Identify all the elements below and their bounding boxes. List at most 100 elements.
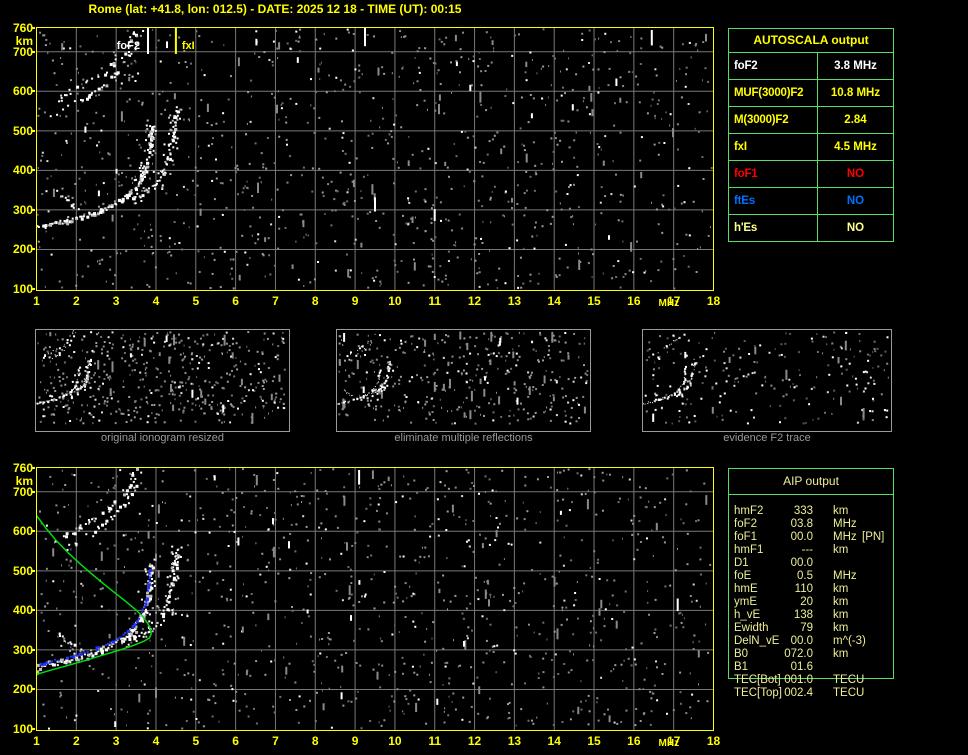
x-tick-label-bottom-7: 7 xyxy=(272,734,279,748)
aip-table-title: AIP output xyxy=(729,469,893,495)
aip-row-foE: foE 0.5 MHz xyxy=(729,570,904,583)
aip-param-unit: km xyxy=(833,583,849,595)
autoscala-row-MUF(3000)F2: MUF(3000)F2 10.8 MHz xyxy=(729,79,893,106)
y-tick-label-top-600: 600 xyxy=(12,84,33,99)
aip-row-hmF1: hmF1 --- km xyxy=(729,544,904,557)
autoscala-table-rows: foF2 3.8 MHz MUF(3000)F2 10.8 MHz M(3000)F2 2… xyxy=(729,53,893,241)
aip-param-value: 0.5 xyxy=(797,570,813,582)
aip-param-label: foF1 xyxy=(734,531,758,543)
aip-param-value: 333 xyxy=(793,505,813,517)
aip-param-value: 03.8 xyxy=(790,518,813,530)
ionogram-profile-canvas xyxy=(35,466,714,731)
aip-row-D1: D1 00.0 xyxy=(729,557,904,570)
x-tick-label-bottom-15: 15 xyxy=(587,734,601,748)
thumbnail-original-canvas xyxy=(36,330,286,425)
aip-param-unit: m^(-3) xyxy=(833,635,866,647)
aip-row-TEC[Top]: TEC[Top] 002.4 TECU xyxy=(729,687,904,700)
aip-param-unit: km xyxy=(833,505,849,517)
autoscala-param-value: NO xyxy=(846,195,865,207)
autoscala-table-title: AUTOSCALA output xyxy=(729,29,893,53)
aip-param-unit: km xyxy=(833,609,849,621)
y-tick-mark-top-300 xyxy=(31,208,35,211)
autoscala-param-value: 4.5 MHz xyxy=(834,141,877,153)
x-tick-label-bottom-16: 16 xyxy=(627,734,641,748)
thumbnail-evidence-f2 xyxy=(642,329,892,432)
y-tick-label-bottom-600: 600 xyxy=(12,524,33,539)
y-tick-mark-top-400 xyxy=(31,169,35,172)
aip-param-unit: MHz xyxy=(833,531,857,543)
aip-row-B0: B0 072.0 km xyxy=(729,648,904,661)
y-tick-mark-top-500 xyxy=(31,129,35,132)
y-tick-label-bottom-500: 500 xyxy=(12,563,33,578)
aip-row-DelN_vE: DelN_vE 00.0 m^(-3) xyxy=(729,635,904,648)
x-tick-label-top-2: 2 xyxy=(72,294,80,308)
x-tick-label-bottom-9: 9 xyxy=(351,734,359,748)
autoscala-param-value: 3.8 MHz xyxy=(834,60,877,72)
aip-param-label: hmF2 xyxy=(734,505,764,517)
x-tick-label-top-7: 7 xyxy=(272,294,279,308)
y-tick-mark-bottom-400 xyxy=(31,609,35,612)
y-tick-mark-bottom-600 xyxy=(31,530,35,533)
aip-param-unit: km xyxy=(833,544,849,556)
aip-row-hmF2: hmF2 333 km xyxy=(729,505,904,518)
page-title: Rome (lat: +41.8, lon: 012.5) - DATE: 20… xyxy=(88,2,462,16)
aip-row-foF2: foF2 03.8 MHz xyxy=(729,518,904,531)
aip-param-unit: km xyxy=(833,622,849,634)
autoscala-param-label: ftEs xyxy=(729,188,818,214)
y-tick-mark-bottom-700 xyxy=(31,490,35,493)
aip-param-label: B0 xyxy=(734,648,749,660)
y-tick-mark-bottom-760 xyxy=(31,467,35,469)
autoscala-param-label: foF1 xyxy=(729,161,818,187)
aip-param-value: 01.6 xyxy=(790,661,813,673)
thumbnail-evidence-canvas xyxy=(643,329,889,425)
x-tick-label-top-5: 5 xyxy=(192,294,200,308)
x-tick-label-top-3: 3 xyxy=(112,294,120,308)
x-tick-label-bottom-3: 3 xyxy=(112,734,120,748)
autoscala-row-foF1: foF1 NO xyxy=(729,160,893,187)
x-tick-label-bottom-14: 14 xyxy=(547,734,561,748)
aip-param-label: foE xyxy=(734,570,752,582)
aip-param-value: 072.0 xyxy=(784,648,813,660)
y-tick-label-top-300: 300 xyxy=(12,202,33,217)
aip-param-value: 00.0 xyxy=(790,531,813,543)
marker-label-fxI: fxI xyxy=(182,40,195,52)
autoscala-param-value: NO xyxy=(846,222,865,234)
aip-param-unit: TECU xyxy=(833,687,865,699)
aip-row-ymE: ymE 20 km xyxy=(729,596,904,609)
aip-param-value: 001.0 xyxy=(784,674,813,686)
x-axis-unit-bottom: MHz xyxy=(658,738,680,749)
y-tick-label-top-200: 200 xyxy=(12,242,33,257)
y-tick-mark-bottom-100 xyxy=(31,728,35,730)
x-tick-label-bottom-18: 18 xyxy=(706,734,721,748)
x-tick-label-bottom-10: 10 xyxy=(388,734,402,748)
y-tick-label-bottom-400: 400 xyxy=(12,603,33,618)
y-tick-label-top-400: 400 xyxy=(12,163,33,178)
aip-param-value: 00.0 xyxy=(790,557,813,569)
autoscala-param-value: NO xyxy=(846,168,865,180)
x-tick-label-bottom-11: 11 xyxy=(428,734,442,748)
aip-param-label: D1 xyxy=(734,557,749,569)
autoscala-screen: Rome (lat: +41.8, lon: 012.5) - DATE: 20… xyxy=(0,0,968,755)
autoscala-param-label: M(3000)F2 xyxy=(729,107,818,133)
thumbnail-caption-original: original ionogram resized xyxy=(101,432,224,444)
autoscala-row-M(3000)F2: M(3000)F2 2.84 xyxy=(729,106,893,133)
aip-param-unit: km xyxy=(833,648,849,660)
x-tick-label-bottom-4: 4 xyxy=(152,734,160,748)
y-tick-mark-bottom-200 xyxy=(31,688,35,691)
x-tick-label-top-6: 6 xyxy=(232,294,239,308)
aip-row-Ewidth: Ewidth 79 km xyxy=(729,622,904,635)
autoscala-output-table: AUTOSCALA output foF2 3.8 MHz MUF(3000)F2 1… xyxy=(728,28,894,242)
thumbnail-original-ionogram xyxy=(35,329,290,432)
x-tick-label-top-16: 16 xyxy=(627,294,641,308)
autoscala-param-label: foF2 xyxy=(729,53,818,79)
x-tick-label-top-14: 14 xyxy=(547,294,561,308)
aip-param-label: foF2 xyxy=(734,518,758,530)
aip-param-label: hmE xyxy=(734,583,758,595)
x-tick-label-bottom-2: 2 xyxy=(72,734,80,748)
x-tick-label-top-11: 11 xyxy=(428,294,442,308)
ionogram-main-plot: foF2 fxI xyxy=(36,27,714,296)
thumbnail-caption-eliminate: eliminate multiple reflections xyxy=(394,432,533,444)
x-tick-label-bottom-8: 8 xyxy=(311,734,319,748)
y-tick-mark-bottom-300 xyxy=(31,648,35,651)
autoscala-param-label: h'Es xyxy=(729,215,818,241)
